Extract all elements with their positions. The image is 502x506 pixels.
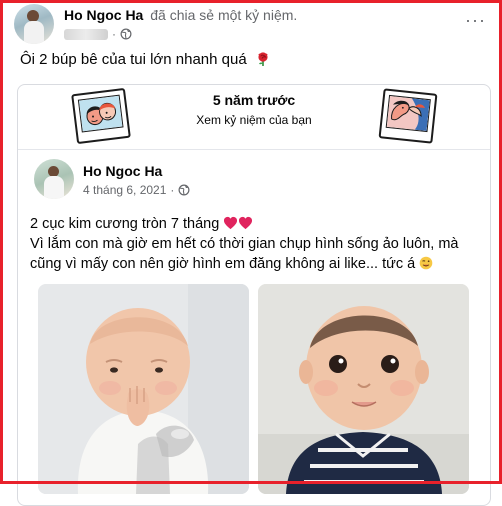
author-name[interactable]: Ho Ngoc Ha	[64, 7, 143, 23]
blurred-timestamp[interactable]	[64, 28, 108, 40]
shared-text-line-3-content: cũng vì mấy con nên giờ hình em đăng khô…	[30, 256, 416, 272]
share-action-text: đã chia sẻ một kỷ niệm.	[150, 7, 298, 23]
baby-photo-left[interactable]	[38, 284, 249, 494]
memory-banner[interactable]: 5 năm trước Xem kỷ niệm của bạn	[18, 85, 490, 150]
wink-emoji-icon	[419, 256, 433, 270]
heart-icon	[224, 216, 238, 230]
post-caption: Ôi 2 búp bê của tui lớn nhanh quá	[20, 51, 271, 68]
author-line: Ho Ngoc Ha đã chia sẻ một kỷ niệm.	[64, 7, 297, 23]
shared-avatar-figure-body	[44, 176, 64, 199]
polaroid-illustration-right	[378, 88, 438, 144]
polaroid-photo-right	[385, 94, 431, 133]
avatar-figure-body	[24, 21, 44, 44]
memory-card: 5 năm trước Xem kỷ niệm của bạn Ho Ngoc …	[17, 84, 491, 506]
baby-photo-right-illustration	[258, 284, 469, 494]
rose-icon	[258, 52, 268, 66]
shared-author-name[interactable]: Ho Ngoc Ha	[83, 163, 162, 179]
shared-post-meta: 4 tháng 6, 2021 ·	[83, 183, 190, 197]
baby-photo-left-illustration	[38, 284, 249, 494]
shared-post-date[interactable]: 4 tháng 6, 2021	[83, 183, 166, 197]
more-options-icon[interactable]: ···	[465, 10, 486, 31]
shared-text-line-1: 2 cục kim cương tròn 7 tháng	[30, 214, 482, 234]
shared-post-text: 2 cục kim cương tròn 7 tháng Vì lắm con …	[30, 214, 482, 274]
post-meta: ·	[64, 27, 132, 41]
heart-icon	[239, 216, 253, 230]
post-header: Ho Ngoc Ha đã chia sẻ một kỷ niệm. · ···	[14, 4, 494, 46]
shared-author-avatar[interactable]	[34, 159, 74, 199]
baby-photo-right[interactable]	[258, 284, 469, 494]
shared-text-line-3: cũng vì mấy con nên giờ hình em đăng khô…	[30, 254, 482, 274]
shared-meta-separator: ·	[170, 183, 175, 197]
author-avatar[interactable]	[14, 4, 54, 44]
shared-text-line-2: Vì lắm con mà giờ em hết có thời gian ch…	[30, 236, 459, 252]
globe-icon[interactable]	[120, 28, 132, 40]
shared-text-line-1-content: 2 cục kim cương tròn 7 tháng	[30, 216, 220, 232]
globe-icon[interactable]	[178, 184, 190, 196]
shared-post-header: Ho Ngoc Ha 4 tháng 6, 2021 ·	[34, 159, 474, 203]
caption-text: Ôi 2 búp bê của tui lớn nhanh quá	[20, 51, 247, 68]
meta-separator: ·	[112, 27, 116, 41]
